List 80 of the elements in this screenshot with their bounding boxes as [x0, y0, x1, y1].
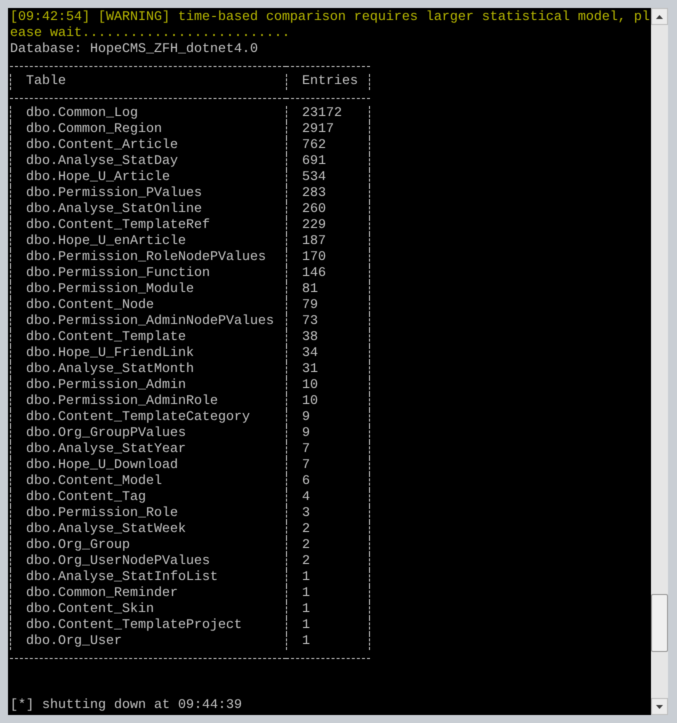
table-cell: 1: [302, 570, 310, 586]
table-cell: dbo.Content_Article: [26, 138, 178, 154]
table-cell: 23172: [302, 106, 342, 122]
table-cell: 6: [302, 474, 310, 490]
table-cell: dbo.Common_Region: [26, 122, 162, 138]
table-cell: dbo.Analyse_StatYear: [26, 442, 186, 458]
table-cell: dbo.Permission_PValues: [26, 186, 202, 202]
table-cell: dbo.Org_UserNodePValues: [26, 554, 210, 570]
table-cell: 7: [302, 442, 310, 458]
console-line: [*] shutting down at 09:44:39: [10, 698, 243, 714]
table-cell: 9: [302, 426, 310, 442]
table-cell: dbo.Permission_Admin: [26, 378, 186, 394]
scroll-up-button[interactable]: [651, 8, 668, 25]
table-cell: dbo.Content_TemplateCategory: [26, 410, 250, 426]
table-cell: 2: [302, 538, 310, 554]
table-cell: dbo.Content_TemplateProject: [26, 618, 242, 634]
table-cell: dbo.Content_TemplateRef: [26, 218, 210, 234]
table-cell: dbo.Analyse_StatWeek: [26, 522, 186, 538]
table-cell: dbo.Analyse_StatInfoList: [26, 570, 218, 586]
table-cell: dbo.Permission_AdminNodePValues: [26, 314, 274, 330]
table-cell: dbo.Content_Skin: [26, 602, 154, 618]
down-arrow-icon: [656, 704, 663, 708]
console-line: Database: HopeCMS_ZFH_dotnet4.0: [10, 42, 259, 58]
table-cell: 146: [302, 266, 326, 282]
table-cell: 73: [302, 314, 318, 330]
table-cell: 170: [302, 250, 326, 266]
table-cell: dbo.Analyse_StatOnline: [26, 202, 202, 218]
table-cell: 10: [302, 394, 318, 410]
table-cell: dbo.Content_Tag: [26, 490, 146, 506]
table-cell: 1: [302, 586, 310, 602]
table-cell: 81: [302, 282, 318, 298]
scrollbar-thumb[interactable]: [651, 594, 668, 652]
scrollbar[interactable]: [651, 8, 668, 715]
table-cell: 2: [302, 554, 310, 570]
table-cell: dbo.Org_Group: [26, 538, 130, 554]
table-cell: 2917: [302, 122, 334, 138]
table-cell: 1: [302, 602, 310, 618]
table-cell: dbo.Common_Reminder: [26, 586, 178, 602]
up-arrow-icon: [656, 14, 663, 18]
table-cell: dbo.Permission_AdminRole: [26, 394, 218, 410]
table-cell: dbo.Org_User: [26, 634, 122, 650]
table-cell: 9: [302, 410, 310, 426]
table-cell: dbo.Hope_U_enArticle: [26, 234, 186, 250]
table-cell: dbo.Permission_Module: [26, 282, 194, 298]
table-cell: dbo.Hope_U_FriendLink: [26, 346, 194, 362]
table-cell: dbo.Hope_U_Article: [26, 170, 170, 186]
table-cell: 1: [302, 618, 310, 634]
table-cell: 1: [302, 634, 310, 650]
table-cell: 187: [302, 234, 326, 250]
table-cell: 4: [302, 490, 310, 506]
table-cell: dbo.Common_Log: [26, 106, 138, 122]
table-cell: 762: [302, 138, 326, 154]
table-cell: dbo.Permission_RoleNodePValues: [26, 250, 266, 266]
column-header: Table: [26, 74, 66, 90]
scroll-down-button[interactable]: [651, 698, 668, 715]
table-cell: 283: [302, 186, 326, 202]
table-cell: dbo.Content_Template: [26, 330, 186, 346]
console-line: [09:42:54] [WARNING] time-based comparison requires larger statistical model, pl: [10, 10, 651, 26]
table-cell: 691: [302, 154, 326, 170]
console-line: ease wait..........................: [10, 26, 291, 42]
table-cell: dbo.Content_Node: [26, 298, 154, 314]
table-cell: 79: [302, 298, 318, 314]
table-cell: dbo.Analyse_StatMonth: [26, 362, 194, 378]
table-cell: 34: [302, 346, 318, 362]
table-cell: dbo.Org_GroupPValues: [26, 426, 186, 442]
table-cell: dbo.Content_Model: [26, 474, 162, 490]
table-cell: 260: [302, 202, 326, 218]
table-cell: dbo.Permission_Function: [26, 266, 210, 282]
table-cell: 3: [302, 506, 310, 522]
table-cell: dbo.Hope_U_Download: [26, 458, 178, 474]
table-cell: 38: [302, 330, 318, 346]
table-cell: 31: [302, 362, 318, 378]
table-cell: 10: [302, 378, 318, 394]
table-cell: 7: [302, 458, 310, 474]
table-cell: dbo.Permission_Role: [26, 506, 178, 522]
table-cell: 2: [302, 522, 310, 538]
table-cell: 229: [302, 218, 326, 234]
column-header: Entries: [302, 74, 358, 90]
table-cell: dbo.Analyse_StatDay: [26, 154, 178, 170]
table-cell: 534: [302, 170, 326, 186]
